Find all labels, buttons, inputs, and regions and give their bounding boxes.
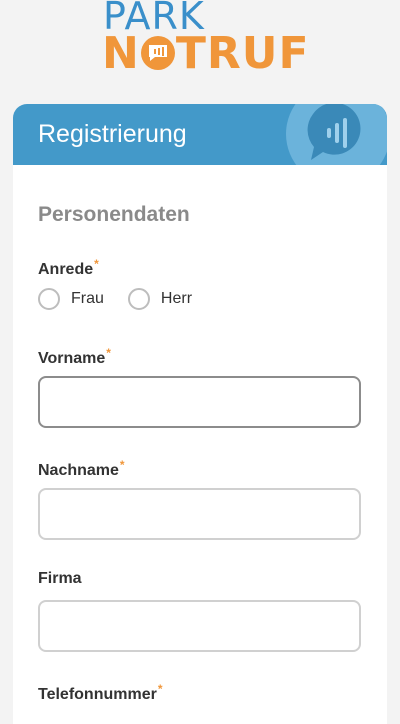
logo-notruf-text: N TRUF <box>102 28 310 79</box>
speech-bubble-signal-icon <box>286 104 387 165</box>
salutation-label: Anrede* <box>38 257 99 278</box>
last-name-label: Nachname* <box>38 458 125 479</box>
radio-frau[interactable] <box>38 288 60 310</box>
required-mark: * <box>94 257 99 271</box>
salutation-radio-group: Frau Herr <box>38 288 216 310</box>
registration-card: Registrierung Personendaten Anrede* Frau… <box>13 104 387 724</box>
first-name-label: Vorname* <box>38 346 111 367</box>
company-label: Firma <box>38 570 82 587</box>
required-mark: * <box>157 682 163 696</box>
logo-signal-icon <box>140 36 175 70</box>
radio-herr[interactable] <box>127 288 150 310</box>
radio-frau-label[interactable]: Frau <box>71 290 104 308</box>
last-name-input[interactable] <box>38 488 361 540</box>
radio-herr-label[interactable]: Herr <box>161 290 192 308</box>
section-title: Personendaten <box>38 203 190 226</box>
first-name-input[interactable] <box>38 376 361 428</box>
company-input[interactable] <box>38 600 361 652</box>
phone-label: Telefonnummer* <box>38 682 163 703</box>
page-title: Registrierung <box>38 120 187 148</box>
required-mark: * <box>106 346 111 360</box>
card-header: Registrierung <box>13 104 387 165</box>
park-notruf-logo: PARK N TRUF <box>0 0 400 80</box>
required-mark: * <box>119 458 125 472</box>
